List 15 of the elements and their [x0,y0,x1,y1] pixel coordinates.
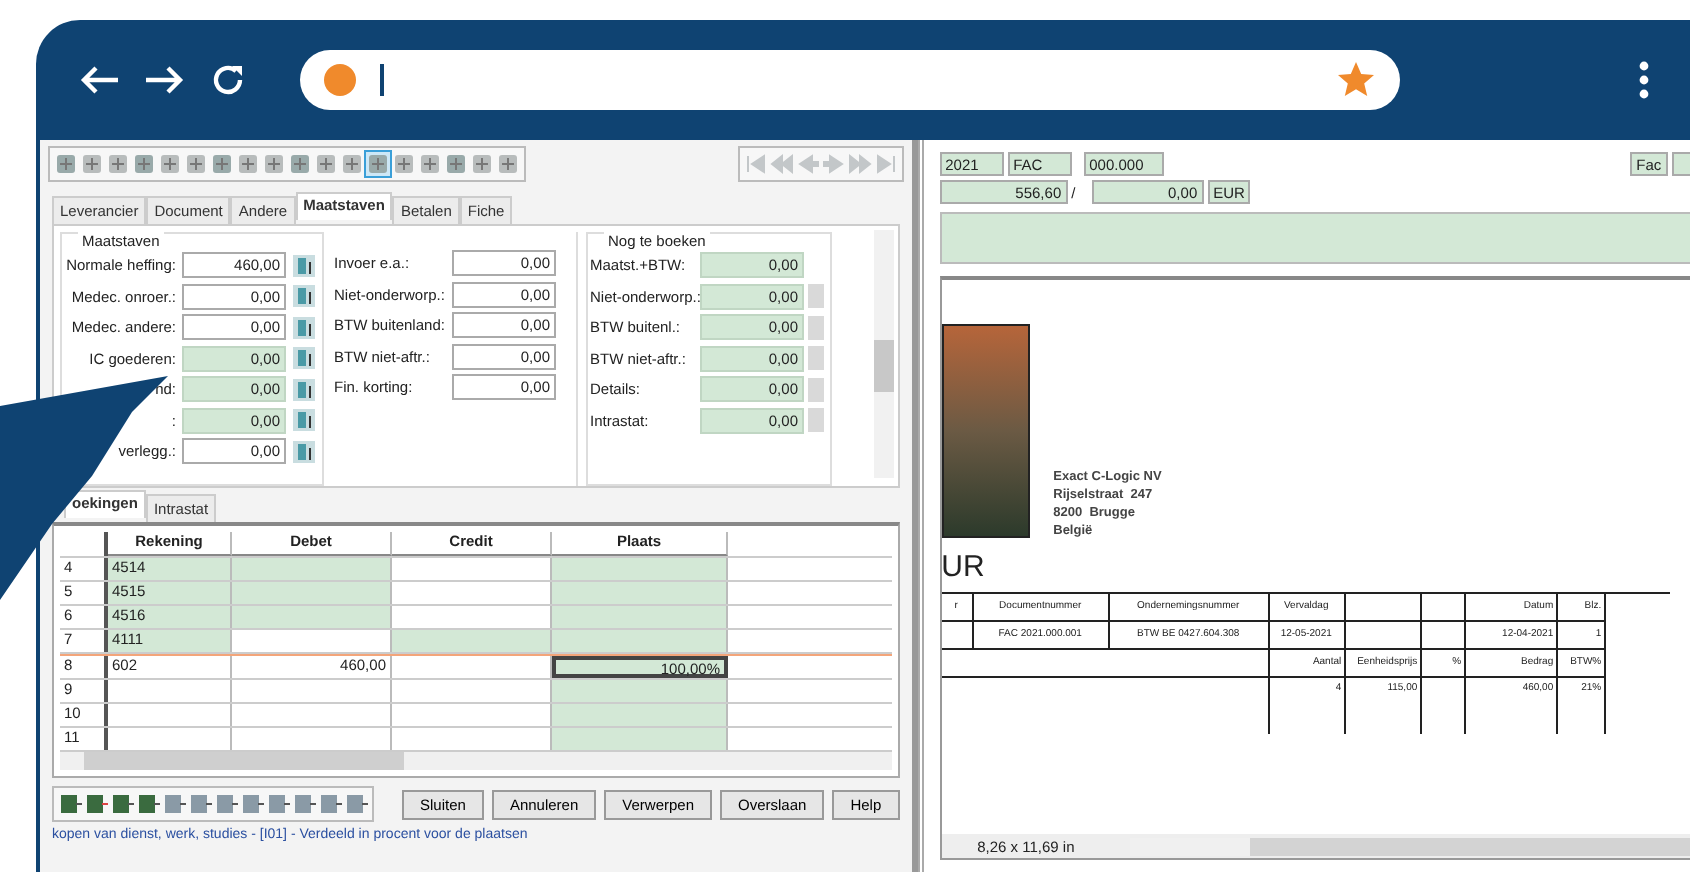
back-arrow-icon[interactable] [80,62,120,98]
description-field[interactable] [939,212,1690,264]
table-cell [941,622,974,650]
address-bar[interactable] [300,50,1400,110]
forward-arrow-icon[interactable] [144,62,184,98]
table-cell [1421,622,1466,650]
scrollbar[interactable] [873,230,894,478]
horizontal-scrollbar[interactable] [60,752,892,770]
reload-icon[interactable] [208,62,248,98]
table-cell [1345,622,1422,650]
text-cursor [380,64,384,96]
document-title: UR [941,550,987,584]
site-dot-icon [324,64,356,96]
menu-icon[interactable] [1638,60,1650,100]
star-icon[interactable] [1336,60,1376,100]
